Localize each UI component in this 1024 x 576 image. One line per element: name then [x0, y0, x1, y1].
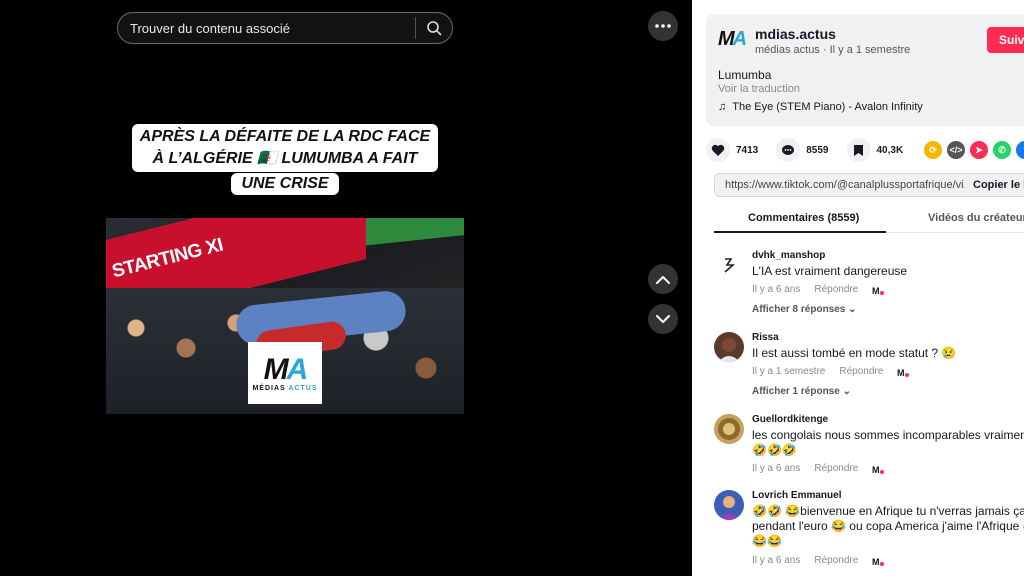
- author-meta: médias actus · Il y a 1 semestre: [755, 44, 911, 56]
- save-count: 40,3K: [876, 144, 904, 156]
- send-icon[interactable]: ➤: [970, 141, 988, 159]
- comment-meta: Il y a 6 ans Répondre M: [752, 463, 885, 475]
- post-info-card: MA mdias.actus médias actus · Il y a 1 s…: [706, 14, 1024, 126]
- music-link[interactable]: ♫ The Eye (STEM Piano) - Avalon Infinity: [718, 101, 923, 113]
- video-caption: APRÈS LA DÉFAITE DE LA RDC FACE À L’ALGÉ…: [106, 124, 464, 195]
- comment-count: 8559: [806, 144, 829, 156]
- author-logo: MA: [718, 28, 747, 50]
- comment-text: les congolais nous sommes incomparables …: [752, 428, 1024, 457]
- video-frame-image: STARTING XI MA MÉDIAS ACTUS: [106, 218, 464, 414]
- caption-line-2: À L’ALGÉRIE 🇩🇿 LUMUMBA A FAIT: [152, 150, 418, 167]
- commenter-avatar[interactable]: [714, 250, 744, 280]
- like-button[interactable]: 7413: [706, 138, 758, 162]
- creator-liked-icon: M: [897, 367, 910, 378]
- comment-tabs: Commentaires (8559) Vidéos du créateur: [714, 206, 1024, 233]
- reply-button[interactable]: Répondre: [814, 555, 858, 566]
- avatar-person-icon: [718, 338, 740, 362]
- previous-video-button[interactable]: [648, 264, 678, 294]
- tab-comments[interactable]: Commentaires (8559): [748, 212, 859, 224]
- share-link-url[interactable]: https://www.tiktok.com/@canalplussportaf…: [715, 179, 965, 191]
- next-video-button[interactable]: [648, 304, 678, 334]
- copy-link-button[interactable]: Copier le lien: [965, 179, 1024, 191]
- post-description: Lumumba: [718, 68, 772, 82]
- chevron-up-icon: [656, 275, 670, 284]
- commenter-name[interactable]: dvhk_manshop: [752, 250, 825, 261]
- share-link-box: https://www.tiktok.com/@canalplussportaf…: [714, 173, 1024, 197]
- avatar-emblem-icon: [718, 418, 740, 440]
- avatar-person-icon: [719, 496, 739, 520]
- video-caption-text: APRÈS LA DÉFAITE DE LA RDC FACE À L’ALGÉ…: [131, 124, 439, 172]
- reply-button[interactable]: Répondre: [814, 463, 858, 474]
- comment-meta: Il y a 6 ans Répondre M: [752, 284, 885, 296]
- chevron-down-icon: [656, 314, 670, 323]
- search-bar[interactable]: [117, 12, 453, 44]
- heart-icon: [706, 138, 730, 162]
- whatsapp-icon[interactable]: ✆: [993, 141, 1011, 159]
- embed-icon[interactable]: </>: [947, 141, 965, 159]
- reply-button[interactable]: Répondre: [814, 284, 858, 295]
- more-horizontal-icon: [655, 24, 671, 28]
- view-replies-button[interactable]: Afficher 1 réponse ⌄: [752, 386, 851, 397]
- creator-liked-icon: M: [872, 556, 885, 567]
- commenter-avatar[interactable]: [714, 490, 744, 520]
- watermark-logo-text: MÉDIAS ACTUS: [252, 384, 318, 392]
- commenter-name[interactable]: Lovrich Emmanuel: [752, 490, 841, 501]
- save-button[interactable]: 40,3K: [846, 138, 904, 162]
- video-player: APRÈS LA DÉFAITE DE LA RDC FACE À L’ALGÉ…: [0, 0, 692, 576]
- author-name[interactable]: mdias.actus: [755, 26, 836, 42]
- view-replies-button[interactable]: Afficher 8 réponses ⌄: [752, 304, 857, 315]
- facebook-icon[interactable]: f: [1016, 141, 1024, 159]
- watermark-logo-mark: MA: [263, 352, 309, 386]
- like-count: 7413: [736, 144, 759, 156]
- svg-text:M: M: [872, 557, 880, 566]
- comment-text: 🤣🤣 😂bienvenue en Afrique tu n'verras jam…: [752, 504, 1024, 548]
- details-panel: MA mdias.actus médias actus · Il y a 1 s…: [692, 0, 1024, 576]
- commenter-avatar[interactable]: [714, 414, 744, 444]
- search-input[interactable]: [118, 13, 415, 43]
- tab-creator-videos[interactable]: Vidéos du créateur: [928, 212, 1024, 224]
- action-bar: 7413 8559 40,3K: [706, 138, 921, 162]
- video-content[interactable]: APRÈS LA DÉFAITE DE LA RDC FACE À L’ALGÉ…: [106, 120, 464, 414]
- chevron-down-icon: ⌄: [848, 304, 857, 315]
- comment-meta: Il y a 1 semestre Répondre M: [752, 366, 910, 378]
- medias-actus-watermark: MA MÉDIAS ACTUS: [248, 342, 322, 404]
- follow-button[interactable]: Suivre: [987, 27, 1024, 53]
- commenter-name[interactable]: Rissa: [752, 332, 779, 343]
- caption-line-3: UNE CRISE: [231, 173, 339, 195]
- comment-icon: [776, 138, 801, 162]
- svg-text:M: M: [897, 368, 905, 377]
- search-button[interactable]: [416, 13, 452, 43]
- reply-button[interactable]: Répondre: [839, 366, 883, 377]
- see-translation-link[interactable]: Voir la traduction: [718, 83, 800, 95]
- svg-text:M: M: [872, 465, 880, 474]
- comment-time: Il y a 6 ans: [752, 284, 801, 295]
- comment-time: Il y a 6 ans: [752, 555, 801, 566]
- comment-text: Il est aussi tombé en mode statut ? 😢: [752, 346, 957, 360]
- comment-button[interactable]: 8559: [776, 138, 829, 162]
- creator-liked-icon: M: [872, 285, 885, 296]
- repost-icon[interactable]: ⟳: [924, 141, 942, 159]
- commenter-name[interactable]: Guellordkitenge: [752, 414, 828, 425]
- bookmark-icon: [846, 138, 871, 162]
- music-note-icon: ♫: [718, 101, 727, 113]
- commenter-avatar[interactable]: [714, 332, 744, 362]
- chevron-down-icon: ⌄: [842, 386, 851, 397]
- comment-meta: Il y a 6 ans Répondre M: [752, 555, 885, 567]
- author-avatar[interactable]: MA: [718, 28, 747, 50]
- user-logo-icon: [724, 258, 736, 273]
- search-icon: [427, 21, 442, 36]
- comment-time: Il y a 1 semestre: [752, 366, 826, 377]
- more-options-button[interactable]: [648, 11, 678, 41]
- active-tab-indicator: [714, 231, 886, 233]
- comment-text: L'IA est vraiment dangereuse: [752, 264, 908, 278]
- caption-line-1: APRÈS LA DÉFAITE DE LA RDC FACE: [139, 128, 431, 145]
- svg-text:M: M: [872, 286, 880, 295]
- creator-liked-icon: M: [872, 464, 885, 475]
- music-title: The Eye (STEM Piano) - Avalon Infinity: [732, 101, 923, 113]
- comment-time: Il y a 6 ans: [752, 463, 801, 474]
- share-icons: ⟳ </> ➤ ✆ f: [924, 141, 1024, 159]
